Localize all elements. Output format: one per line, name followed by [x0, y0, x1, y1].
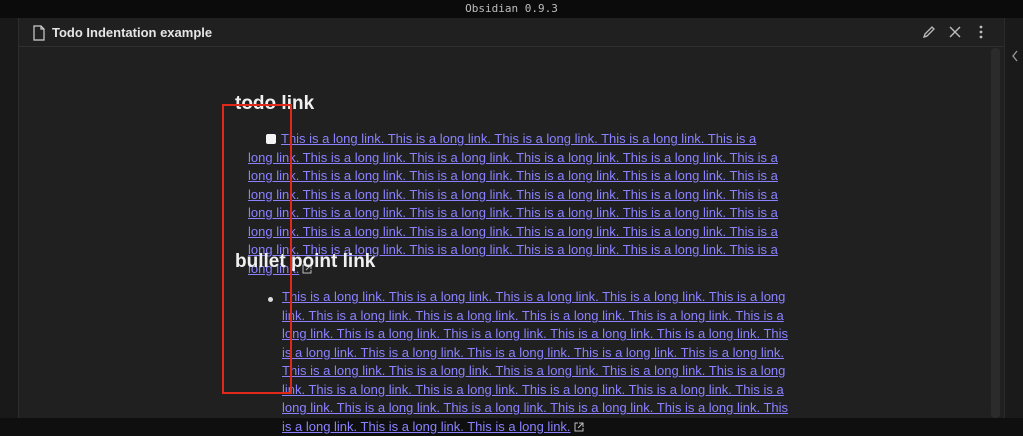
scrollbar[interactable] — [991, 48, 1000, 418]
close-icon[interactable] — [947, 24, 963, 40]
app-titlebar: Obsidian 0.9.3 — [0, 0, 1023, 18]
external-link-icon — [574, 422, 584, 431]
pane-header: Todo Indentation example — [19, 18, 1005, 47]
editor-pane: Todo Indentation example todo link This … — [18, 18, 1005, 434]
more-options-icon[interactable] — [973, 24, 989, 40]
bullet-link[interactable]: This is a long link. This is a long link… — [282, 289, 788, 434]
bullet-item: This is a long link. This is a long link… — [282, 288, 797, 436]
left-edge — [0, 18, 18, 418]
chevron-left-icon[interactable] — [1009, 48, 1021, 64]
annotation-highlight-box — [222, 104, 292, 394]
pane-title: Todo Indentation example — [52, 25, 213, 40]
edit-icon[interactable] — [921, 24, 937, 40]
app-title: Obsidian 0.9.3 — [465, 2, 558, 15]
right-sidebar-collapsed — [1004, 18, 1023, 418]
file-icon — [33, 25, 45, 41]
